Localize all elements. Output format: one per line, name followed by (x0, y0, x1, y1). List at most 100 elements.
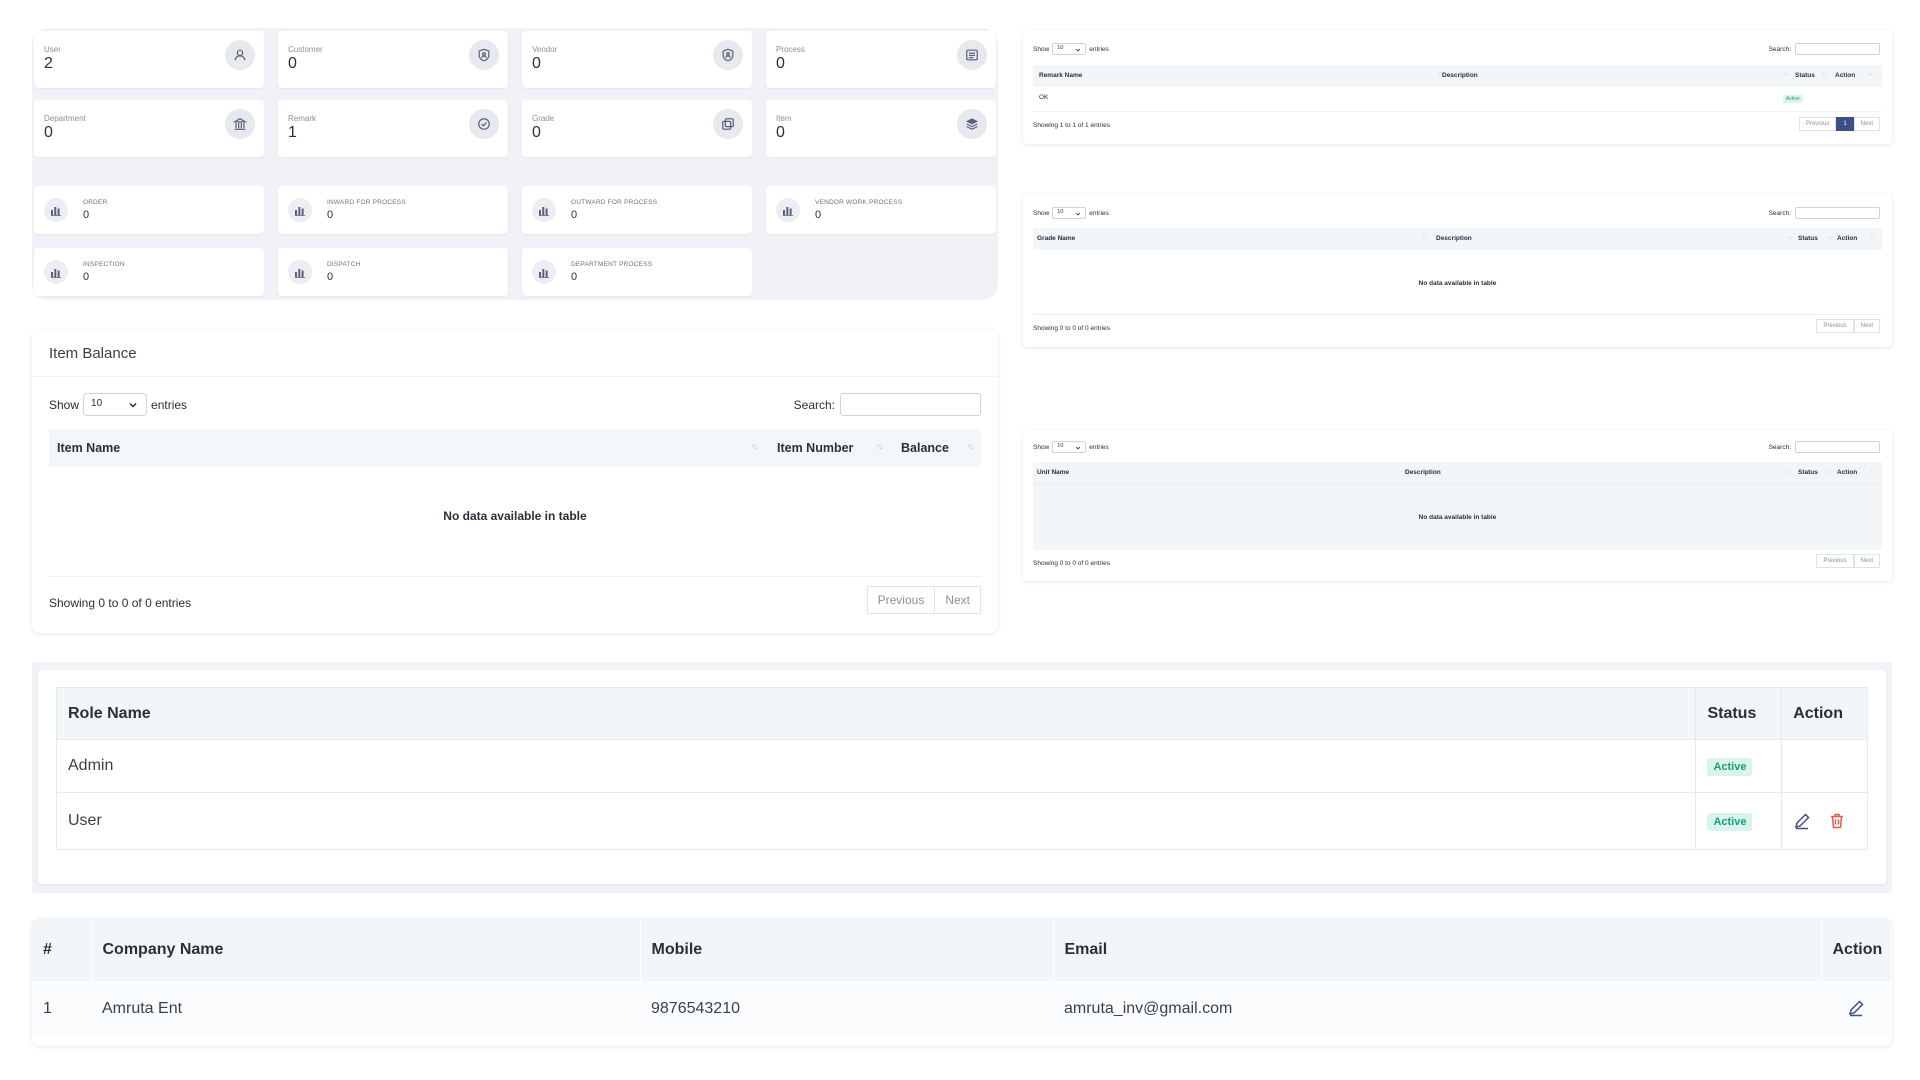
show-label: Show (1033, 443, 1050, 451)
entries-select[interactable]: 10 (1052, 441, 1087, 453)
search-control: Search: (1769, 207, 1880, 219)
stat-card-item[interactable]: Item 0 (766, 100, 996, 157)
column-header-action[interactable]: Action (1837, 469, 1857, 476)
op-label: VENDOR WORK PROCESS (815, 199, 903, 206)
search-input[interactable] (1795, 441, 1880, 453)
previous-button[interactable]: Previous (866, 586, 936, 614)
next-button[interactable]: Next (1853, 554, 1880, 568)
stat-card-grade[interactable]: Grade 0 (522, 100, 752, 157)
column-header-number: # (32, 918, 92, 981)
sort-icon[interactable]: ↑↓ (1784, 72, 1789, 78)
search-input[interactable] (1795, 43, 1880, 55)
sort-icon[interactable]: ↑↓ (1827, 469, 1832, 475)
divider (1033, 111, 1882, 112)
sort-icon[interactable]: ↑↓ (1822, 72, 1827, 78)
entries-label: entries (151, 397, 188, 412)
column-header-action[interactable]: Action (1835, 72, 1855, 79)
column-header-unit-name[interactable]: Unit Name (1037, 469, 1069, 476)
role-name-cell: Admin (55, 739, 1697, 793)
column-header-status: Status (1695, 687, 1783, 740)
pagination: Previous Next (1816, 554, 1880, 568)
stat-card-remark[interactable]: Remark 1 (278, 100, 508, 157)
search-input[interactable] (1795, 207, 1880, 219)
stat-card-user[interactable]: User 2 (34, 31, 264, 88)
previous-button[interactable]: Previous (1798, 117, 1837, 131)
entries-length-control: Show 10 entries (1033, 441, 1109, 453)
column-header-description[interactable]: Description (1436, 235, 1472, 242)
sort-icon[interactable]: ↑↓ (1870, 469, 1875, 475)
entries-select-value: 10 (1057, 209, 1064, 215)
op-card-inspection[interactable]: INSPECTION 0 (34, 248, 264, 296)
page-1-button[interactable]: 1 (1836, 117, 1854, 131)
column-header-description[interactable]: Description (1405, 469, 1441, 476)
stat-card-customer[interactable]: Customer 0 (278, 31, 508, 88)
sort-icon[interactable]: ↑↓ (1422, 235, 1427, 241)
op-card-dispatch[interactable]: DISPATCH 0 (278, 248, 508, 296)
column-header-status[interactable]: Status (1798, 469, 1818, 476)
edit-icon[interactable] (1793, 812, 1811, 830)
item-balance-card: Item Balance Show 10 entries Search: Ite… (32, 329, 998, 633)
stat-label: Remark (288, 114, 317, 123)
column-header-balance[interactable]: Balance (901, 441, 949, 455)
op-label: ORDER (83, 199, 108, 206)
entries-select-value: 10 (1057, 443, 1064, 449)
entries-select[interactable]: 10 (1052, 43, 1087, 55)
row-number-cell: 1 (32, 981, 91, 1036)
grade-table-card: Show 10 entries Search: Grade Name ↑↓ De… (1023, 195, 1892, 347)
stat-value: 0 (532, 55, 541, 72)
search-input[interactable] (840, 393, 981, 416)
delete-icon[interactable] (1828, 812, 1846, 830)
divider (1033, 483, 1882, 484)
stat-value: 0 (288, 55, 297, 72)
op-value: 0 (815, 209, 822, 221)
company-name-cell: Amruta Ent (91, 981, 640, 1036)
sort-icon[interactable]: ↑↓ (1787, 469, 1792, 475)
column-header-status[interactable]: Status (1795, 72, 1815, 79)
stat-card-vendor[interactable]: Vendor 0 (522, 31, 752, 88)
stat-card-department[interactable]: Department 0 (34, 100, 264, 157)
sort-icon[interactable]: ↑↓ (1827, 235, 1832, 241)
column-header-item-name[interactable]: Item Name (57, 441, 120, 455)
op-card-order[interactable]: ORDER 0 (34, 186, 264, 234)
op-label: DEPARTMENT PROCESS (571, 261, 653, 268)
column-header-status[interactable]: Status (1798, 235, 1818, 242)
previous-button[interactable]: Previous (1816, 319, 1854, 333)
sort-icon[interactable]: ↑↓ (967, 442, 974, 451)
sort-icon[interactable]: ↑↓ (1787, 235, 1792, 241)
next-button[interactable]: Next (935, 586, 981, 614)
entries-label: entries (1089, 45, 1109, 53)
next-button[interactable]: Next (1853, 117, 1880, 131)
divider (1033, 314, 1882, 315)
bank-icon (225, 109, 255, 139)
op-card-inward-for-process[interactable]: INWARD FOR PROCESS 0 (278, 186, 508, 234)
next-button[interactable]: Next (1853, 319, 1880, 333)
stat-value: 2 (44, 55, 53, 72)
column-header-mobile: Mobile (640, 918, 1054, 981)
column-header-description[interactable]: Description (1442, 72, 1478, 79)
sort-icon[interactable]: ↑↓ (876, 442, 883, 451)
op-card-department-process[interactable]: DEPARTMENT PROCESS 0 (522, 248, 752, 296)
previous-button[interactable]: Previous (1816, 554, 1854, 568)
op-label: DISPATCH (327, 261, 361, 268)
sort-icon[interactable]: ↑↓ (1870, 235, 1875, 241)
column-header-remark-name[interactable]: Remark Name (1039, 72, 1082, 79)
show-label: Show (49, 397, 80, 412)
op-card-outward-for-process[interactable]: OUTWARD FOR PROCESS 0 (522, 186, 752, 234)
column-header-item-number[interactable]: Item Number (777, 441, 853, 455)
edit-icon[interactable] (1847, 999, 1865, 1017)
roles-table: Role Name Status Action Admin Active Use… (55, 687, 1868, 850)
entries-select[interactable]: 10 (1052, 207, 1087, 219)
column-header-grade-name[interactable]: Grade Name (1037, 235, 1075, 242)
sort-icon[interactable]: ↑↓ (751, 442, 758, 451)
op-label: OUTWARD FOR PROCESS (571, 199, 658, 206)
op-card-vendor-work-process[interactable]: VENDOR WORK PROCESS 0 (766, 186, 996, 234)
column-header-action[interactable]: Action (1837, 235, 1857, 242)
stat-label: Department (44, 114, 86, 123)
shield-user-icon (713, 40, 743, 70)
entries-select[interactable]: 10 (83, 393, 148, 416)
pagination: Previous Next (1816, 319, 1880, 333)
stat-card-process[interactable]: Process 0 (766, 31, 996, 88)
sort-icon[interactable]: ↑↓ (1868, 72, 1873, 78)
mobile-cell: 9876543210 (640, 981, 1053, 1036)
table-row: Admin Active (55, 739, 1868, 793)
